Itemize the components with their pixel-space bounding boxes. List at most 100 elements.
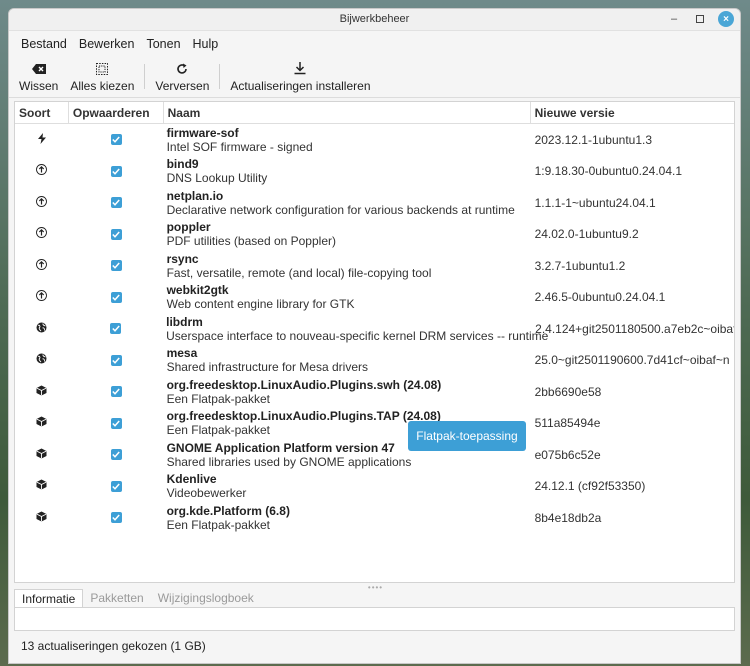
name-cell: rsync Fast, versatile, remote (and local… bbox=[164, 250, 531, 282]
backspace-icon bbox=[31, 61, 46, 77]
check-icon bbox=[112, 136, 120, 144]
tab-informatie[interactable]: Informatie bbox=[14, 589, 84, 608]
check-icon bbox=[112, 325, 120, 333]
header-upgrade[interactable]: Opwaarderen bbox=[69, 102, 164, 123]
upgrade-checkbox[interactable] bbox=[110, 260, 122, 272]
upgrade-checkbox[interactable] bbox=[110, 480, 122, 492]
upgrade-checkbox[interactable] bbox=[110, 417, 122, 429]
upgrade-checkbox[interactable] bbox=[110, 512, 122, 524]
table-row[interactable]: Kdenlive Videobewerker 24.12.1 (cf92f533… bbox=[15, 471, 734, 503]
name-cell: webkit2gtk Web content engine library fo… bbox=[164, 282, 531, 314]
upgrade-checkbox[interactable] bbox=[110, 228, 122, 240]
menu-tonen[interactable]: Tonen bbox=[140, 37, 186, 51]
menu-hulp[interactable]: Hulp bbox=[187, 37, 225, 51]
version-cell: 511a85494e bbox=[534, 416, 601, 431]
table-row[interactable]: libdrm Userspace interface to nouveau-sp… bbox=[15, 313, 734, 345]
package-name: rsync bbox=[166, 251, 199, 266]
package-icon bbox=[36, 385, 47, 399]
flatpak-tooltip: Flatpak-toepassing bbox=[408, 421, 526, 451]
table-row[interactable]: org.kde.Platform (6.8) Een Flatpak-pakke… bbox=[15, 502, 734, 534]
refresh-icon bbox=[176, 61, 188, 77]
arrow-up-icon bbox=[36, 164, 48, 178]
upgrade-cell bbox=[69, 439, 164, 471]
package-name: org.freedesktop.LinuxAudio.Plugins.swh (… bbox=[166, 377, 442, 392]
table-row[interactable]: mesa Shared infrastructure for Mesa driv… bbox=[15, 345, 734, 377]
type-cell bbox=[15, 502, 69, 534]
table-row[interactable]: poppler PDF utilities (based on Poppler)… bbox=[15, 219, 734, 251]
refresh-label: Verversen bbox=[155, 78, 210, 93]
refresh-button[interactable]: Verversen bbox=[149, 56, 215, 97]
menu-bestand[interactable]: Bestand bbox=[15, 37, 73, 51]
package-name: firmware-sof bbox=[166, 125, 239, 140]
upgrade-checkbox[interactable] bbox=[110, 291, 122, 303]
upgrade-cell bbox=[69, 156, 164, 188]
check-icon bbox=[112, 451, 120, 459]
package-icon bbox=[36, 448, 47, 462]
maximize-icon bbox=[696, 15, 704, 23]
name-cell: org.kde.Platform (6.8) Een Flatpak-pakke… bbox=[164, 502, 531, 534]
package-description: Shared libraries used by GNOME applicati… bbox=[166, 454, 412, 469]
type-cell bbox=[15, 471, 69, 503]
type-cell bbox=[15, 439, 69, 471]
table-row[interactable]: org.freedesktop.LinuxAudio.Plugins.swh (… bbox=[15, 376, 734, 408]
check-icon bbox=[112, 420, 120, 427]
package-name: libdrm bbox=[166, 314, 203, 329]
upgrade-cell bbox=[69, 219, 164, 251]
menubar: Bestand Bewerken Tonen Hulp bbox=[9, 31, 740, 56]
menu-bewerken[interactable]: Bewerken bbox=[73, 37, 141, 51]
clear-button[interactable]: Wissen bbox=[13, 56, 64, 97]
upgrade-checkbox[interactable] bbox=[110, 323, 122, 335]
version-cell: 2023.12.1-1ubuntu1.3 bbox=[534, 132, 653, 147]
table-row[interactable]: netplan.io Declarative network configura… bbox=[15, 187, 734, 219]
check-icon bbox=[112, 483, 120, 490]
clear-label: Wissen bbox=[19, 78, 59, 93]
upgrade-cell bbox=[69, 250, 164, 282]
select-all-button[interactable]: Alles kiezen bbox=[64, 56, 140, 97]
package-description: Videobewerker bbox=[166, 486, 247, 501]
check-icon bbox=[112, 231, 120, 238]
table-row[interactable]: firmware-sof Intel SOF firmware - signed… bbox=[15, 124, 734, 156]
type-cell bbox=[15, 408, 69, 440]
table-row[interactable]: webkit2gtk Web content engine library fo… bbox=[15, 282, 734, 314]
window-title: Bijwerkbeheer bbox=[339, 13, 410, 25]
install-label: Actualiseringen installeren bbox=[230, 78, 371, 93]
package-name: Kdenlive bbox=[166, 472, 217, 487]
table-row[interactable]: org.freedesktop.LinuxAudio.Plugins.TAP (… bbox=[15, 408, 734, 440]
upgrade-checkbox[interactable] bbox=[110, 354, 122, 366]
package-name: GNOME Application Platform version 47 bbox=[166, 440, 395, 455]
status-text: 13 actualiseringen gekozen (1 GB) bbox=[21, 639, 206, 653]
tab-wijzigingslogboek[interactable]: Wijzigingslogboek bbox=[151, 589, 261, 607]
table-row[interactable]: bind9 DNS Lookup Utility 1:9.18.30-0ubun… bbox=[15, 156, 734, 188]
header-type[interactable]: Soort bbox=[15, 102, 69, 123]
package-description: Fast, versatile, remote (and local) file… bbox=[166, 265, 432, 280]
close-button[interactable]: × bbox=[718, 11, 734, 27]
table-row[interactable]: GNOME Application Platform version 47 Sh… bbox=[15, 439, 734, 471]
upgrade-cell bbox=[69, 376, 164, 408]
package-name: mesa bbox=[166, 346, 198, 361]
upgrade-checkbox[interactable] bbox=[110, 386, 122, 398]
version-cell: 2.4.124+git2501180500.a7eb2c~oibaf~n bbox=[535, 321, 734, 336]
upgrade-checkbox[interactable] bbox=[110, 449, 122, 461]
type-cell bbox=[15, 313, 69, 345]
table-row[interactable]: rsync Fast, versatile, remote (and local… bbox=[15, 250, 734, 282]
download-icon bbox=[294, 61, 306, 77]
upgrade-checkbox[interactable] bbox=[110, 134, 122, 146]
package-name: org.kde.Platform (6.8) bbox=[166, 503, 290, 518]
version-cell: 2.46.5-0ubuntu0.24.04.1 bbox=[534, 290, 666, 305]
version-cell: 1.1.1-1~ubuntu24.04.1 bbox=[534, 195, 656, 210]
install-updates-button[interactable]: Actualiseringen installeren bbox=[224, 56, 376, 97]
header-new-version[interactable]: Nieuwe versie bbox=[531, 102, 734, 123]
package-description: Een Flatpak-pakket bbox=[166, 517, 270, 532]
upgrade-checkbox[interactable] bbox=[110, 197, 122, 209]
type-cell bbox=[15, 250, 69, 282]
arrow-up-icon bbox=[36, 258, 48, 273]
tab-pakketten[interactable]: Pakketten bbox=[83, 589, 150, 607]
type-cell bbox=[15, 376, 69, 408]
version-cell: 1:9.18.30-0ubuntu0.24.04.1 bbox=[534, 164, 683, 179]
minimize-button[interactable]: – bbox=[666, 11, 682, 27]
table-body: firmware-sof Intel SOF firmware - signed… bbox=[15, 124, 734, 534]
header-name[interactable]: Naam bbox=[164, 102, 531, 123]
type-cell bbox=[15, 345, 69, 377]
upgrade-checkbox[interactable] bbox=[110, 165, 122, 177]
maximize-button[interactable] bbox=[692, 11, 708, 27]
